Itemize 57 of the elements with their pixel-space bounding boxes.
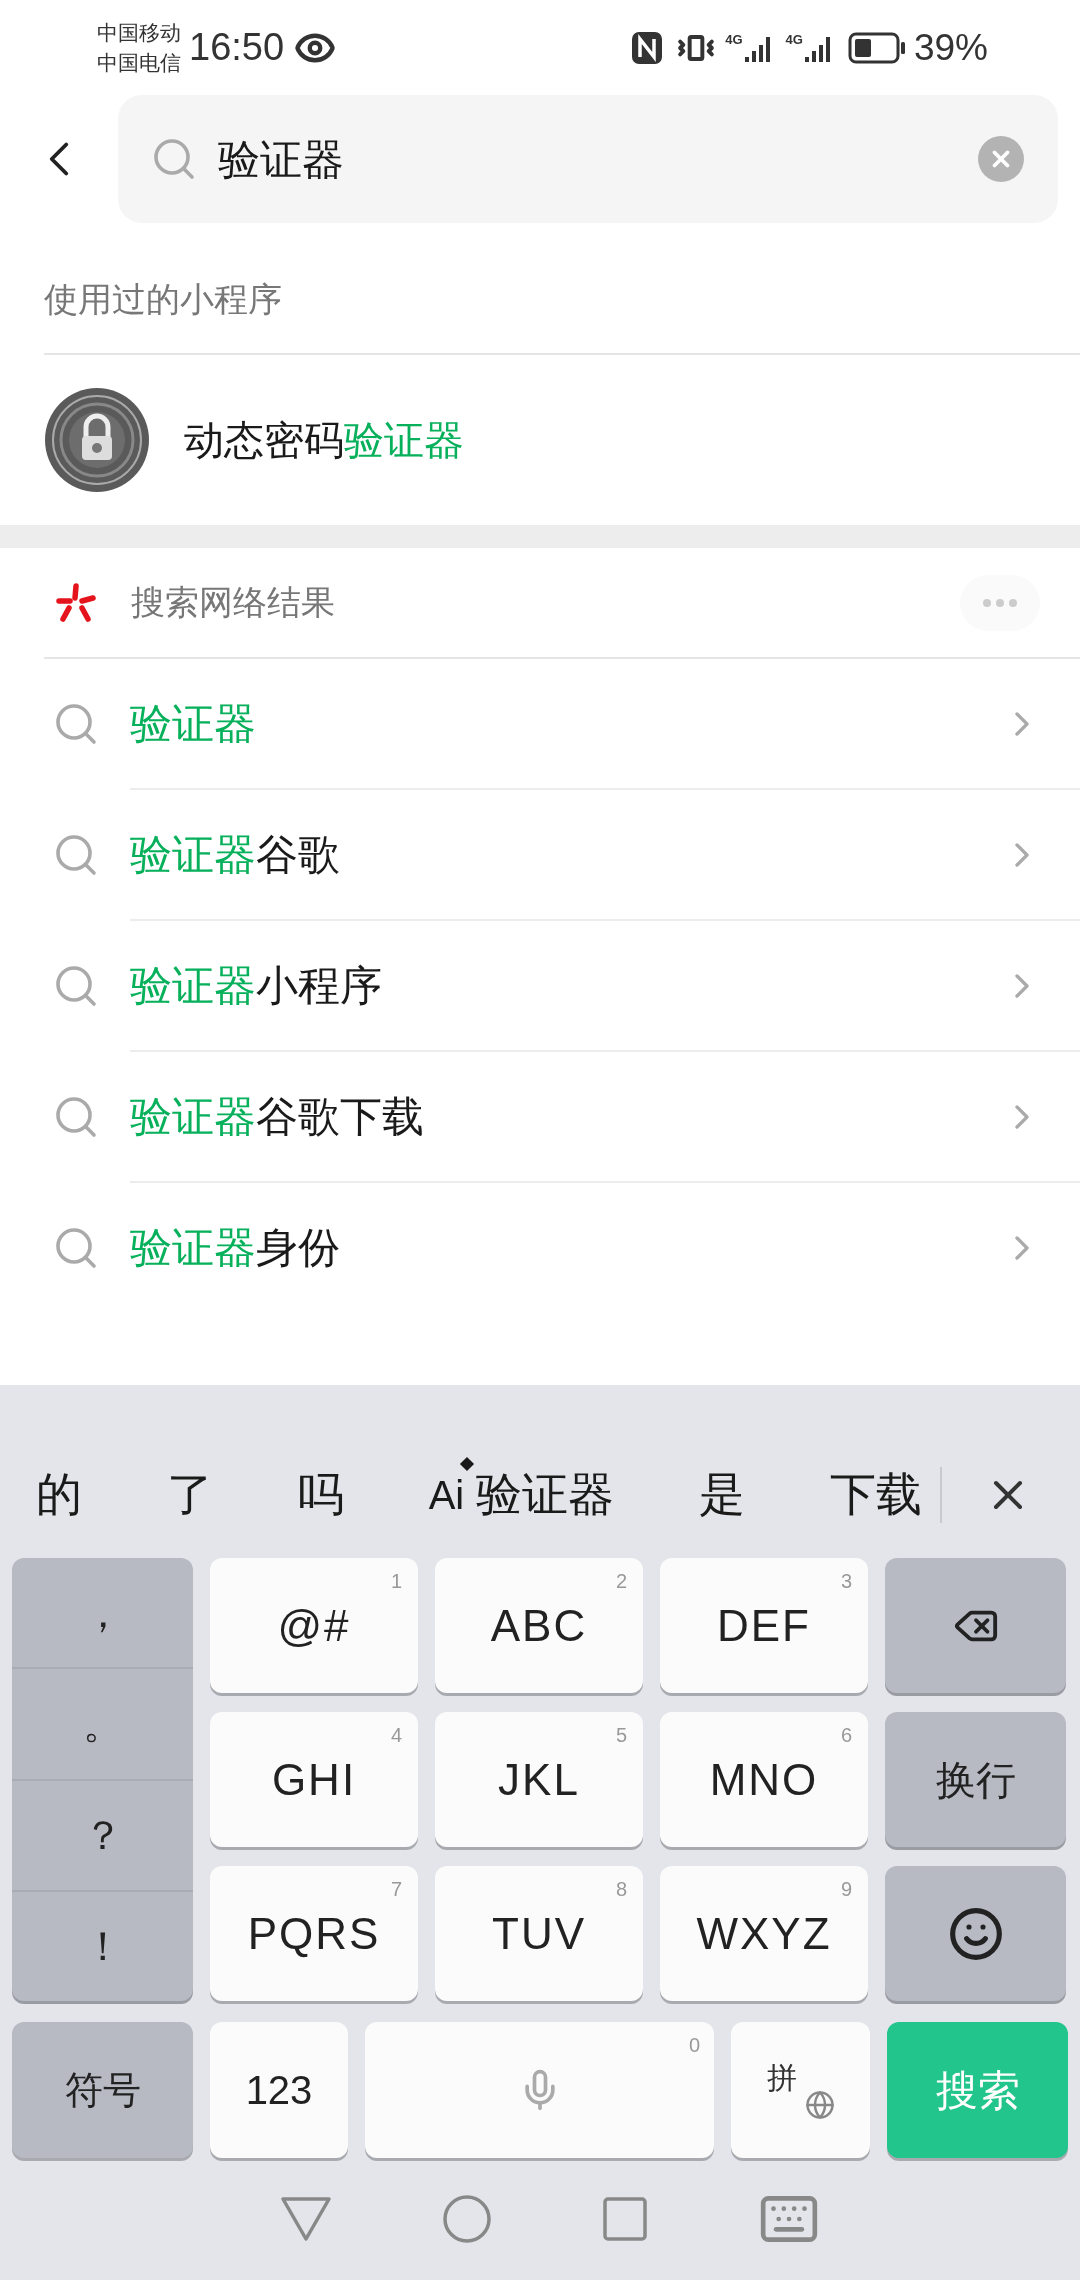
suggestion-item[interactable]: 验证器身份 (0, 1183, 1080, 1312)
recents-square-icon[interactable] (602, 2196, 648, 2242)
emoji-icon (947, 1905, 1004, 1962)
suggestion-text: 验证器谷歌 (130, 830, 341, 880)
letter-key[interactable]: 6 MNO (660, 1712, 868, 1847)
letter-key[interactable]: 1 @# (210, 1558, 418, 1693)
candidate-word[interactable]: 吗 (297, 1460, 344, 1529)
mini-program-name: 动态密码验证器 (184, 417, 464, 464)
clear-button[interactable] (978, 136, 1024, 182)
more-icon (982, 597, 1018, 608)
asterisk-logo-icon (55, 581, 97, 624)
section-title: 使用过的小程序 (44, 279, 282, 320)
search-query: 验证器 (218, 134, 345, 185)
nfc-icon (631, 30, 664, 65)
section-title: 搜索网络结果 (131, 582, 336, 623)
suggestion-item[interactable]: 验证器小程序 (0, 921, 1080, 1050)
clock-time: 16:50 (189, 25, 285, 70)
suggestion-item[interactable]: 验证器谷歌 (0, 790, 1080, 919)
lock-avatar-icon (44, 387, 150, 493)
candidate-word[interactable]: 是 (699, 1460, 746, 1529)
suggestion-text: 验证器 (130, 699, 257, 749)
emoji-key[interactable] (885, 1866, 1066, 2001)
letter-key[interactable]: 5 JKL (435, 1712, 643, 1847)
punctuation-key[interactable]: ？ (12, 1778, 193, 1890)
globe-icon (804, 2090, 835, 2120)
letter-key[interactable]: 8 TUV (435, 1866, 643, 2001)
letter-key[interactable]: 4 GHI (210, 1712, 418, 1847)
network-label: 4G (725, 32, 743, 46)
candidate-word[interactable]: 了 (166, 1460, 213, 1529)
carrier-name: 中国电信 (97, 49, 181, 76)
candidate-word[interactable]: Ai 验证器 (428, 1460, 615, 1529)
number-key[interactable]: 123 (210, 2022, 348, 2158)
network-label: 4G (785, 32, 803, 46)
punctuation-key[interactable]: 。 (12, 1667, 193, 1779)
back-triangle-icon[interactable] (280, 2196, 332, 2242)
suggestion-text: 验证器谷歌下载 (130, 1092, 425, 1142)
key[interactable]: 换行 (885, 1712, 1066, 1847)
candidate-word[interactable]: 下载 (829, 1460, 922, 1529)
home-circle-icon[interactable] (442, 2194, 492, 2244)
language-key[interactable]: 拼 (731, 2022, 870, 2158)
letter-key[interactable]: 2 ABC (435, 1558, 643, 1693)
mini-program-item[interactable]: 动态密码验证器 (0, 355, 1080, 525)
battery-percent: 39% (913, 25, 988, 70)
candidate-word[interactable]: 的 (36, 1460, 82, 1529)
letter-key[interactable]: 3 DEF (660, 1558, 868, 1693)
symbol-key[interactable]: 符号 (12, 2022, 193, 2158)
suggestion-text: 验证器身份 (130, 1223, 341, 1273)
punctuation-key[interactable]: ！ (12, 1889, 193, 2001)
carrier-name: 中国移动 (97, 19, 181, 46)
punctuation-key[interactable]: ， (12, 1558, 193, 1668)
suggestion-text: 验证器小程序 (130, 961, 383, 1011)
letter-key[interactable]: 7 PQRS (210, 1866, 418, 2001)
backspace-key[interactable] (885, 1558, 1066, 1693)
battery-icon (847, 31, 906, 64)
search-field[interactable]: 验证器 (118, 95, 1058, 223)
letter-key[interactable]: 9 WXYZ (660, 1866, 868, 2001)
suggestion-item[interactable]: 验证器谷歌下载 (0, 1052, 1080, 1181)
